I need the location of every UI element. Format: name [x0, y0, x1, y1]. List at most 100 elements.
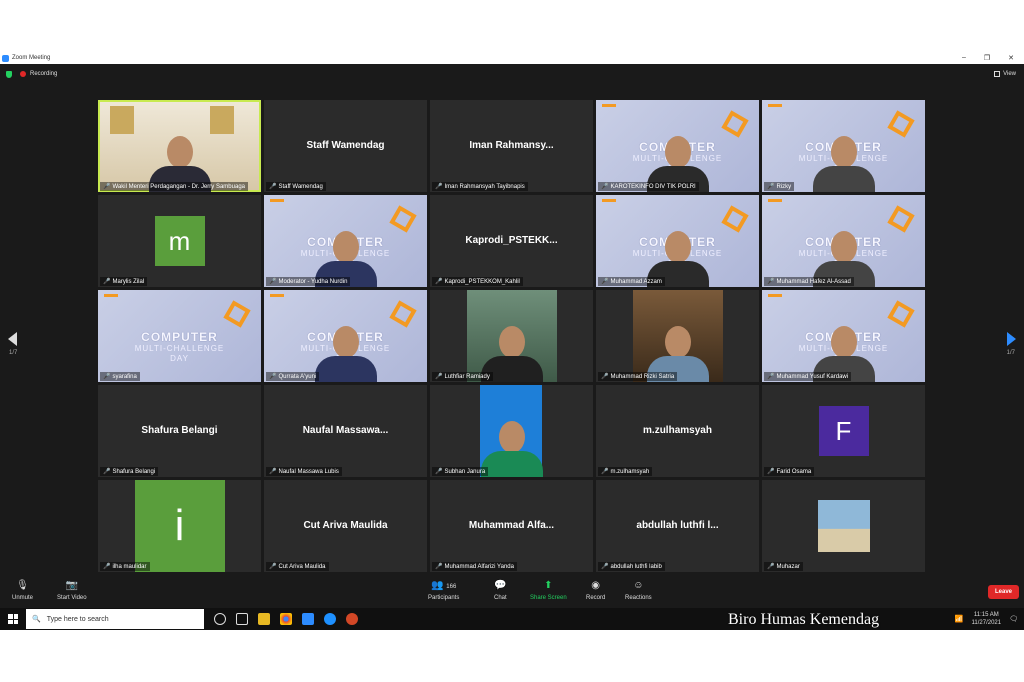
participant-avatar: F	[818, 406, 869, 456]
participant-name: Iman Rahmansyah Tayibnapis	[444, 183, 525, 190]
participant-label: 🎤 Muhazar	[764, 562, 803, 571]
reactions-button[interactable]: ☺ Reactions	[625, 580, 652, 601]
participant-tile[interactable]: 🎤 Muhammad Rizki Satria	[596, 290, 759, 382]
participant-label: 🎤 Muhammad Alfarizi Yanda	[432, 562, 517, 571]
maximize-button[interactable]: ❐	[984, 54, 990, 62]
task-view-icon[interactable]	[236, 613, 248, 625]
windows-start-icon[interactable]	[8, 614, 18, 624]
unmute-button[interactable]: 🎙 Unmute	[12, 580, 33, 601]
participant-tile[interactable]: i 🎤 ilha maulidar	[98, 480, 261, 572]
participant-name: m.zulhamsyah	[610, 468, 650, 475]
muted-mic-icon: 🎤	[435, 564, 443, 570]
participant-label: 🎤 Subhan Janura	[432, 467, 489, 476]
participant-label: 🎤 Wakil Menteri Perdagangan - Dr. Jerry S…	[100, 182, 248, 191]
muted-mic-icon: 🎤	[601, 374, 609, 380]
zoom-logo-icon	[2, 54, 9, 62]
participant-tile[interactable]: COMPUTERMULTI-CHALLENGEDAY🎤Rizky	[762, 100, 925, 192]
cortana-icon[interactable]	[214, 613, 226, 625]
taskbar-clock[interactable]: 11:15 AM 11/27/2021	[972, 611, 1002, 627]
participant-tile[interactable]: COMPUTERMULTI-CHALLENGEDAY🎤Muhammad Azza…	[596, 195, 759, 287]
muted-mic-icon: 🎤	[269, 564, 277, 570]
participant-name: Qurrata A'yuni	[278, 373, 317, 380]
participant-tile[interactable]: 🎤 Subhan Janura	[430, 385, 593, 477]
record-button[interactable]: ◉ Record	[586, 580, 605, 601]
participant-name: ilha maulidar	[112, 563, 147, 570]
share-screen-button[interactable]: ⬆ Share Screen	[530, 580, 567, 601]
muted-mic-icon: 🎙	[16, 580, 29, 591]
record-icon: ◉	[591, 580, 601, 591]
page-indicator-left: 1/7	[9, 350, 18, 356]
participants-icon: 👥 166	[431, 580, 457, 591]
chat-app-icon[interactable]	[324, 613, 336, 625]
close-button[interactable]: ✕	[1008, 54, 1014, 62]
participant-tile[interactable]: COMPUTERMULTI-CHALLENGEDAY🎤Moderator - Y…	[264, 195, 427, 287]
participant-photo	[818, 500, 870, 552]
participant-tile[interactable]: m 🎤 Marylis Zilal	[98, 195, 261, 287]
participant-tile[interactable]: m.zulhamsyah 🎤 m.zulhamsyah	[596, 385, 759, 477]
participant-tile[interactable]: 🎤 Muhazar	[762, 480, 925, 572]
participants-button[interactable]: 👥 166 Participants	[428, 580, 459, 601]
participant-label: 🎤 Luthfiar Ramiady	[432, 372, 493, 381]
participant-label: 🎤 Muhammad Yusuf Kardawi	[764, 372, 852, 381]
muted-mic-icon: 🎤	[269, 469, 277, 475]
powerpoint-icon[interactable]	[346, 613, 358, 625]
participant-label: 🎤 Rizky	[764, 182, 795, 191]
participant-label: 🎤 m.zulhamsyah	[598, 467, 653, 476]
participant-tile[interactable]: Staff Wamendag 🎤 Staff Wamendag	[264, 100, 427, 192]
participant-tile[interactable]: Iman Rahmansy... 🎤 Iman Rahmansyah Tayibna…	[430, 100, 593, 192]
participant-name-display: Muhammad Alfa...	[468, 520, 555, 531]
notifications-icon[interactable]: 🗨	[1009, 615, 1018, 623]
chrome-icon[interactable]	[280, 613, 292, 625]
participant-name: Kaprodi_PSTEKKOM_Kahlil	[444, 278, 520, 285]
minimize-button[interactable]: –	[962, 54, 966, 62]
participant-tile[interactable]: COMPUTER MULTI-CHALLENGE DAY 🎤 syarafina	[98, 290, 261, 382]
participant-name: Farid Osama	[776, 468, 812, 475]
participant-name: Marylis Zilal	[112, 278, 145, 285]
participant-tile[interactable]: COMPUTERMULTI-CHALLENGEDAY🎤Muhammad Yusu…	[762, 290, 925, 382]
page-indicator-right: 1/7	[1006, 350, 1015, 356]
start-video-button[interactable]: 📷 Start Video	[57, 580, 87, 601]
participant-label: 🎤 syarafina	[100, 372, 140, 381]
muted-mic-icon: 🎤	[269, 279, 277, 285]
participant-name: Muhazar	[776, 563, 800, 570]
participant-label: 🎤 Moderator - Yudha Nurdin	[266, 277, 351, 286]
zoom-taskbar-icon[interactable]	[302, 613, 314, 625]
participant-name: Luthfiar Ramiady	[444, 373, 490, 380]
participant-tile[interactable]: Shafura Belangi 🎤 Shafura Belangi	[98, 385, 261, 477]
taskbar-search[interactable]: 🔍 Type here to search	[26, 609, 204, 629]
participant-tile[interactable]: 🎤 Luthfiar Ramiady	[430, 290, 593, 382]
next-page-arrow-icon[interactable]	[1007, 332, 1016, 346]
participant-tile[interactable]: Naufal Massawa... 🎤 Naufal Massawa Lubis	[264, 385, 427, 477]
participant-tile[interactable]: Kaprodi_PSTEKK... 🎤 Kaprodi_PSTEKKOM_Kahli…	[430, 195, 593, 287]
muted-mic-icon: 🎤	[435, 184, 443, 190]
participant-name: Naufal Massawa Lubis	[278, 468, 339, 475]
participant-tile[interactable]: F 🎤 Farid Osama	[762, 385, 925, 477]
leave-button[interactable]: Leave	[987, 585, 1019, 599]
participant-tile[interactable]: COMPUTERMULTI-CHALLENGEDAY🎤Muhammad Hafe…	[762, 195, 925, 287]
muted-mic-icon: 🎤	[435, 469, 443, 475]
participant-name: Muhammad Azzam	[610, 278, 662, 285]
participant-avatar: i	[134, 480, 225, 572]
participant-tile[interactable]: COMPUTERMULTI-CHALLENGEDAY🎤KAROTEKINFO D…	[596, 100, 759, 192]
security-shield-icon[interactable]	[6, 70, 12, 78]
participant-label: 🎤 abdullah luthfi labib	[598, 562, 665, 571]
participant-tile[interactable]: 🎤 Wakil Menteri Perdagangan - Dr. Jerry S…	[98, 100, 261, 192]
chat-button[interactable]: 💬 Chat	[494, 580, 507, 601]
participant-name: Muhammad Rizki Satria	[610, 373, 675, 380]
file-explorer-icon[interactable]	[258, 613, 270, 625]
network-icon[interactable]: 📶	[955, 615, 964, 623]
participant-tile[interactable]: COMPUTERMULTI-CHALLENGEDAY🎤Qurrata A'yun…	[264, 290, 427, 382]
grid-view-icon	[994, 71, 1001, 77]
chat-label: Chat	[494, 595, 507, 601]
participant-tile[interactable]: Cut Ariva Maulida 🎤 Cut Ariva Maulida	[264, 480, 427, 572]
chat-icon: 💬	[494, 580, 507, 591]
previous-page-arrow-icon[interactable]	[8, 332, 17, 346]
share-screen-label: Share Screen	[530, 595, 567, 601]
participant-tile[interactable]: Muhammad Alfa... 🎤 Muhammad Alfarizi Yanda	[430, 480, 593, 572]
participant-tile[interactable]: abdullah luthfi l... 🎤 abdullah luthfi lab…	[596, 480, 759, 572]
participant-label: 🎤 Kaprodi_PSTEKKOM_Kahlil	[432, 277, 523, 286]
view-button[interactable]: View	[994, 71, 1016, 77]
participant-label: 🎤 Cut Ariva Maulida	[266, 562, 329, 571]
muted-mic-icon: 🎤	[767, 469, 775, 475]
reactions-icon: ☺	[633, 580, 644, 591]
